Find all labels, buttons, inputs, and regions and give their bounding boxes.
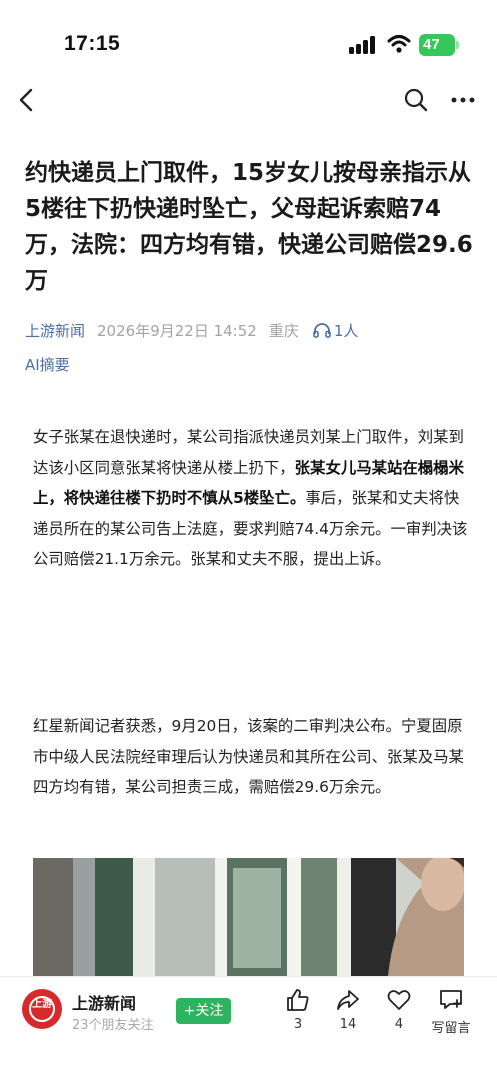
comment-icon: [440, 990, 462, 1009]
article-paragraph: 女子张某在退快递时，某公司指派快递员刘某上门取件，刘某到达该小区同意张某将快递从…: [33, 422, 469, 575]
follow-button[interactable]: +关注: [176, 998, 231, 1024]
source-logo[interactable]: 上游: [22, 989, 62, 1029]
search-icon[interactable]: [403, 87, 429, 113]
article-photo[interactable]: [33, 858, 464, 976]
write-comment-button[interactable]: 写留言: [426, 987, 476, 1036]
write-comment-label: 写留言: [431, 1021, 471, 1036]
ai-summary-link[interactable]: AI摘要: [25, 354, 70, 375]
status-time: 17:15: [64, 32, 121, 55]
thumbs-up-icon: [287, 989, 309, 1011]
like-button[interactable]: 3: [273, 987, 323, 1032]
status-bar: 17:15 47: [0, 0, 497, 76]
battery-icon: 47: [419, 34, 459, 56]
share-count: 14: [339, 1017, 357, 1032]
share-button[interactable]: 14: [323, 987, 373, 1032]
source-name[interactable]: 上游新闻: [72, 990, 136, 1014]
favorite-count: 4: [394, 1017, 404, 1032]
listen-button[interactable]: 1人: [313, 320, 359, 341]
article-date: 2026年9月22日 14:52: [97, 321, 257, 340]
signal-icon: [349, 36, 379, 54]
article-photo-image: [33, 858, 464, 976]
article-source[interactable]: 上游新闻: [25, 320, 85, 341]
share-icon: [337, 990, 359, 1010]
wifi-icon: [387, 34, 411, 54]
more-icon[interactable]: [450, 90, 476, 110]
headphones-icon: [313, 323, 331, 338]
source-logo-text: 上游: [29, 996, 55, 1022]
battery-level: 47: [419, 34, 455, 56]
heart-icon: [387, 990, 411, 1010]
article-paragraph: 红星新闻记者获悉，9月20日，该案的二审判决公布。宁夏固原市中级人民法院经审理后…: [33, 717, 464, 796]
bottom-action-bar: 上游 上游新闻 23个朋友关注 +关注 3 14 4 写留言: [0, 976, 497, 1080]
favorite-button[interactable]: 4: [374, 987, 424, 1032]
article-location: 重庆: [268, 321, 299, 340]
article-title: 约快递员上门取件，15岁女儿按母亲指示从5楼往下扔快递时坠亡，父母起诉索赔74万…: [25, 160, 473, 294]
listener-count: 1人: [333, 321, 359, 340]
like-count: 3: [293, 1017, 303, 1032]
article-meta: 上游新闻 2026年9月22日 14:52 重庆 1人: [25, 318, 358, 342]
source-followers: 23个朋友关注: [72, 1018, 154, 1033]
chevron-left-icon[interactable]: [14, 86, 40, 114]
